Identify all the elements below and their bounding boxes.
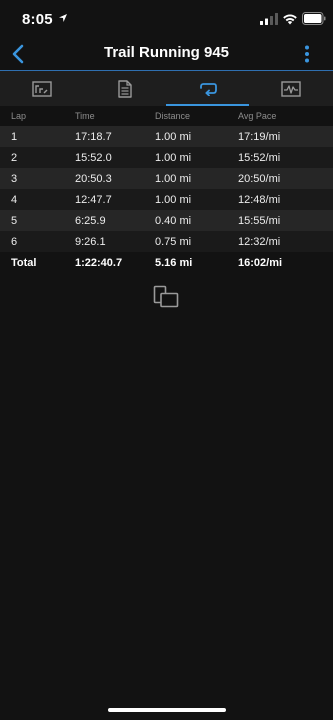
lap-distance: 1.00 mi [155,194,192,206]
battery-icon [302,12,326,25]
chevron-left-icon [12,44,24,64]
table-row: 1 17:18.7 1.00 mi 17:19/mi [0,126,333,147]
laps-table-header: Lap Time Distance Avg Pace [0,106,333,126]
copy-icon [153,285,179,308]
lap-number: 3 [11,173,18,185]
tab-bar [0,70,333,106]
lap-avg-pace: 17:19/mi [238,131,281,143]
stats-chart-icon [31,80,52,97]
lap-avg-pace: 12:32/mi [238,236,281,248]
lap-number: 4 [11,194,18,206]
lap-distance: 0.40 mi [155,215,192,227]
cellular-signal-icon [260,13,278,25]
laps-loop-icon [199,82,217,96]
back-button[interactable] [6,40,30,68]
table-row: 4 12:47.7 1.00 mi 12:48/mi [0,189,333,210]
copy-button[interactable] [153,285,180,309]
tab-stats[interactable] [0,71,83,106]
lap-time: 6:25.9 [75,215,106,227]
table-row: 5 6:25.9 0.40 mi 15:55/mi [0,210,333,231]
total-avg-pace: 16:02/mi [238,257,283,269]
tab-charts[interactable] [249,71,332,106]
more-vertical-icon [305,45,309,63]
total-time: 1:22:40.7 [75,257,123,269]
column-header-distance: Distance [155,111,191,121]
lap-time: 17:18.7 [75,131,112,143]
lap-number: 1 [11,131,18,143]
navigation-bar: Trail Running 945 [0,40,333,70]
lap-number: 2 [11,152,18,164]
home-indicator[interactable] [108,708,226,712]
lap-distance: 0.75 mi [155,236,192,248]
total-label: Total [11,257,37,269]
column-header-avg-pace: Avg Pace [238,111,277,121]
lap-time: 20:50.3 [75,173,112,185]
lap-time: 9:26.1 [75,236,106,248]
lap-avg-pace: 20:50/mi [238,173,281,185]
table-row: 2 15:52.0 1.00 mi 15:52/mi [0,147,333,168]
lap-time: 15:52.0 [75,152,112,164]
lap-number: 6 [11,236,18,248]
status-bar: 8:05 [0,0,333,40]
lap-distance: 1.00 mi [155,131,192,143]
lap-avg-pace: 12:48/mi [238,194,281,206]
column-header-lap: Lap [11,111,27,121]
column-header-time: Time [75,111,95,121]
more-options-button[interactable] [298,42,316,66]
lap-time: 12:47.7 [75,194,112,206]
waveform-icon [280,80,301,97]
page-title: Trail Running 945 [103,44,230,61]
table-total-row: Total 1:22:40.7 5.16 mi 16:02/mi [0,252,333,273]
lap-number: 5 [11,215,18,227]
wifi-icon [283,14,297,25]
total-distance: 5.16 mi [155,257,193,269]
lap-distance: 1.00 mi [155,152,192,164]
location-arrow-icon [59,14,67,22]
tab-details[interactable] [83,71,166,106]
tab-laps[interactable] [166,71,249,106]
table-row: 6 9:26.1 0.75 mi 12:32/mi [0,231,333,252]
lap-avg-pace: 15:55/mi [238,215,281,227]
status-time: 8:05 [22,11,53,28]
document-icon [117,79,132,98]
table-row: 3 20:50.3 1.00 mi 20:50/mi [0,168,333,189]
lap-distance: 1.00 mi [155,173,192,185]
lap-avg-pace: 15:52/mi [238,152,281,164]
